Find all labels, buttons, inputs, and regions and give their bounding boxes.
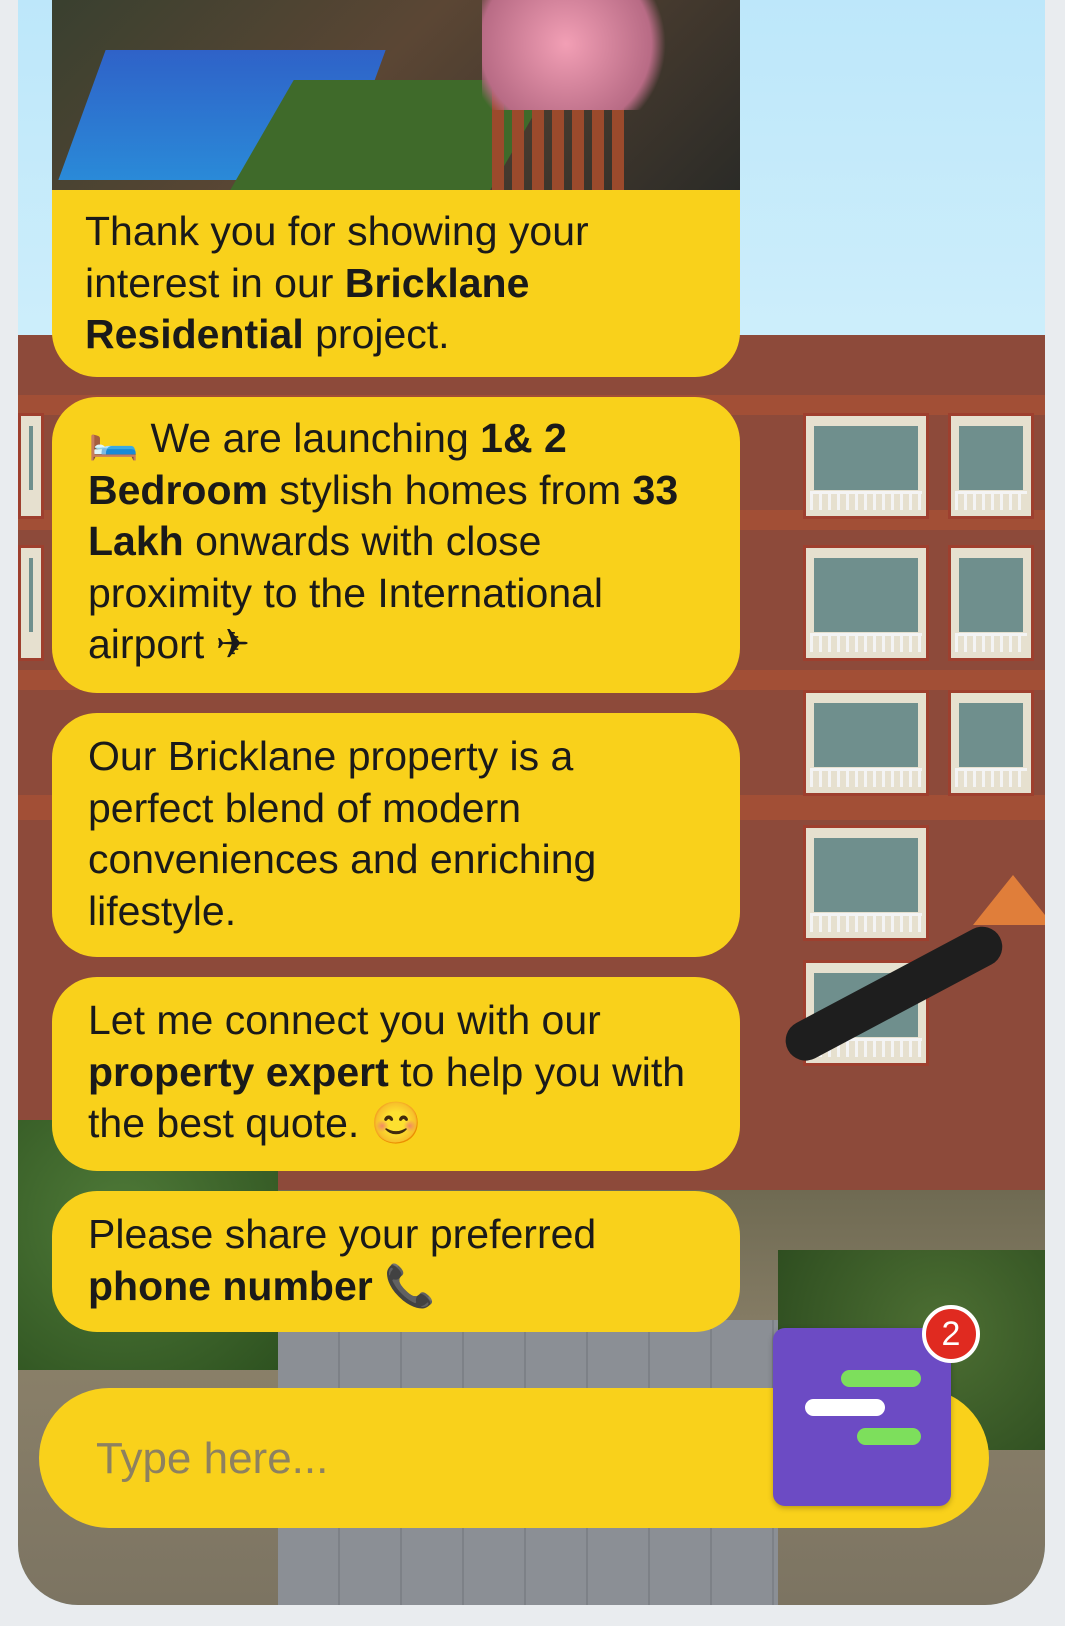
chat-message: 🛏️ We are launching 1& 2 Bedroom stylish… [52,397,740,693]
message-input[interactable] [94,1422,798,1496]
message-text: phone number [88,1262,373,1309]
message-text: Let me connect you with our [88,997,601,1043]
message-text: stylish homes from [267,466,633,513]
message-text: property expert [88,1048,389,1095]
notification-badge: 2 [922,1305,980,1363]
chat-message: Please share your preferred phone number… [52,1191,740,1332]
message-text: project. [303,311,450,357]
chat-message: Our Bricklane property is a perfect blen… [52,713,740,957]
project-image [52,0,740,190]
message-text: Our Bricklane property is a perfect blen… [88,733,597,934]
message-text: 🛏️ We are launching [88,415,481,461]
message-text: 📞 [372,1262,436,1309]
chat-launcher-button[interactable] [773,1328,951,1506]
message-text: Please share your preferred [88,1211,597,1257]
chat-message: Let me connect you with our property exp… [52,977,740,1171]
chat-message: Thank you for showing your interest in o… [52,190,740,377]
